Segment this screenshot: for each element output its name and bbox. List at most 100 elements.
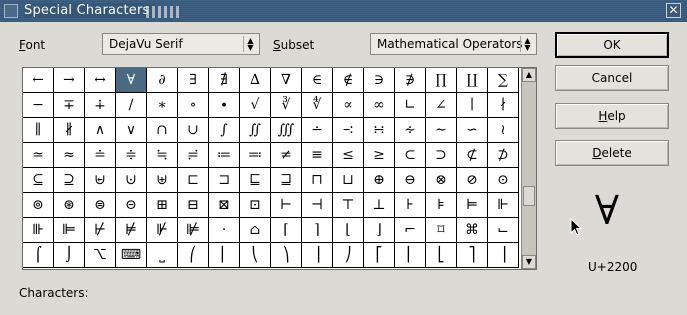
character-cell[interactable]: ⊔ (333, 168, 364, 193)
character-cell[interactable]: ⊄ (457, 143, 488, 168)
character-cell[interactable]: ⊣ (302, 193, 333, 218)
character-cell[interactable]: ∋ (364, 68, 395, 93)
character-cell[interactable]: ⎜ (209, 243, 240, 268)
character-cell[interactable]: ⊝ (116, 193, 147, 218)
character-cell[interactable]: ⌑ (426, 218, 457, 243)
scroll-thumb[interactable] (523, 186, 535, 206)
cancel-button[interactable]: Cancel (555, 65, 669, 91)
character-cell[interactable]: ∂ (147, 68, 178, 93)
character-cell[interactable]: ∆ (240, 68, 271, 93)
character-cell[interactable]: ∝ (333, 93, 364, 118)
character-cell[interactable]: ⊇ (54, 168, 85, 193)
character-cell[interactable]: ⊨ (457, 193, 488, 218)
character-cell[interactable]: ⊬ (85, 218, 116, 243)
character-cell[interactable]: ∹ (333, 118, 364, 143)
character-cell[interactable]: ⎤ (457, 243, 488, 268)
character-cell[interactable]: ⎣ (426, 243, 457, 268)
character-cell[interactable]: ⌐ (395, 218, 426, 243)
character-cell[interactable]: ∭ (271, 118, 302, 143)
character-cell[interactable]: ∕ (116, 93, 147, 118)
character-cell[interactable]: ⌘ (457, 218, 488, 243)
character-cell[interactable]: ∈ (302, 68, 333, 93)
ok-button[interactable]: OK (555, 32, 669, 58)
character-cell[interactable]: ← (23, 68, 54, 93)
character-cell[interactable]: ⊤ (333, 193, 364, 218)
character-cell[interactable]: ⎠ (333, 243, 364, 268)
character-cell[interactable]: ⎝ (240, 243, 271, 268)
character-cell[interactable]: ∦ (54, 118, 85, 143)
character-cell[interactable]: ⊅ (488, 143, 519, 168)
character-cell[interactable]: ∘ (178, 93, 209, 118)
character-cell[interactable]: − (23, 93, 54, 118)
character-cell[interactable]: ⌋ (364, 218, 395, 243)
character-cell[interactable]: ⊌ (85, 168, 116, 193)
character-cell[interactable]: ≑ (116, 143, 147, 168)
character-cell[interactable]: ⊏ (178, 168, 209, 193)
character-cell[interactable]: ∺ (364, 118, 395, 143)
character-cell[interactable]: ∻ (395, 118, 426, 143)
window-menu-button[interactable] (4, 4, 18, 18)
character-cell[interactable]: ∸ (302, 118, 333, 143)
character-cell[interactable]: ⌨ (116, 243, 147, 268)
character-cell[interactable]: ⊒ (271, 168, 302, 193)
character-cell[interactable]: ≠ (271, 143, 302, 168)
character-cell[interactable]: ⊡ (240, 193, 271, 218)
character-cell[interactable]: ⊓ (302, 168, 333, 193)
character-cell[interactable]: ≤ (333, 143, 364, 168)
character-cell[interactable]: ∙ (209, 93, 240, 118)
character-cell[interactable]: ≃ (23, 143, 54, 168)
character-cell[interactable]: ⊑ (240, 168, 271, 193)
character-cell[interactable]: ⊞ (147, 193, 178, 218)
character-cell[interactable]: ⊫ (54, 218, 85, 243)
character-cell[interactable]: ∜ (302, 93, 333, 118)
character-cell[interactable]: ∓ (54, 93, 85, 118)
scroll-down-button[interactable]: ▼ (522, 255, 536, 269)
character-cell[interactable]: ⊭ (116, 218, 147, 243)
character-cell[interactable]: ∑ (488, 68, 519, 93)
character-cell[interactable]: ⊠ (209, 193, 240, 218)
character-cell[interactable]: ∟ (395, 93, 426, 118)
character-cell[interactable]: ⊗ (426, 168, 457, 193)
character-cell[interactable]: ≀ (488, 118, 519, 143)
character-cell[interactable]: ≒ (147, 143, 178, 168)
character-cell[interactable]: ≔ (209, 143, 240, 168)
character-cell[interactable]: ⊖ (395, 168, 426, 193)
character-cell[interactable]: ∩ (147, 118, 178, 143)
character-cell[interactable]: ⊪ (23, 218, 54, 243)
character-cell[interactable]: ∽ (457, 118, 488, 143)
character-cell[interactable]: ⊍ (116, 168, 147, 193)
character-cell[interactable]: → (54, 68, 85, 93)
character-cell[interactable]: ⊕ (364, 168, 395, 193)
character-cell[interactable]: ⊂ (395, 143, 426, 168)
character-cell[interactable]: ≐ (85, 143, 116, 168)
delete-button[interactable]: Delete (555, 140, 669, 166)
character-cell[interactable]: ⌊ (333, 218, 364, 243)
character-cell[interactable]: ∪ (178, 118, 209, 143)
character-cell[interactable]: ⊦ (395, 193, 426, 218)
character-cell[interactable]: ⌂ (240, 218, 271, 243)
character-cell[interactable]: ∫ (209, 118, 240, 143)
character-cell[interactable]: ∼ (426, 118, 457, 143)
character-cell[interactable]: ⌉ (302, 218, 333, 243)
character-cell[interactable]: ⊮ (147, 218, 178, 243)
help-button[interactable]: Help (555, 103, 669, 129)
character-cell[interactable]: √ (240, 93, 271, 118)
grid-scrollbar[interactable]: ▲ ▼ (521, 68, 536, 269)
character-cell[interactable]: ⊎ (147, 168, 178, 193)
character-cell[interactable]: ∄ (209, 68, 240, 93)
scroll-up-button[interactable]: ▲ (522, 68, 536, 82)
character-cell[interactable]: ∃ (178, 68, 209, 93)
character-cell[interactable]: ∔ (85, 93, 116, 118)
character-cell[interactable]: ⊧ (426, 193, 457, 218)
character-cell[interactable]: ⎥ (488, 243, 519, 268)
font-combo[interactable]: DejaVu Serif ▲ ▼ (102, 33, 260, 55)
character-cell[interactable]: ⎵ (147, 243, 178, 268)
character-cell[interactable]: ⎛ (178, 243, 209, 268)
character-cell[interactable]: ∉ (333, 68, 364, 93)
character-cell[interactable]: ⋅ (209, 218, 240, 243)
character-cell[interactable]: ⊚ (23, 193, 54, 218)
character-cell[interactable]: ⎟ (302, 243, 333, 268)
character-cell[interactable]: ∇ (271, 68, 302, 93)
character-cell[interactable]: ≓ (178, 143, 209, 168)
character-cell[interactable]: ⌈ (271, 218, 302, 243)
